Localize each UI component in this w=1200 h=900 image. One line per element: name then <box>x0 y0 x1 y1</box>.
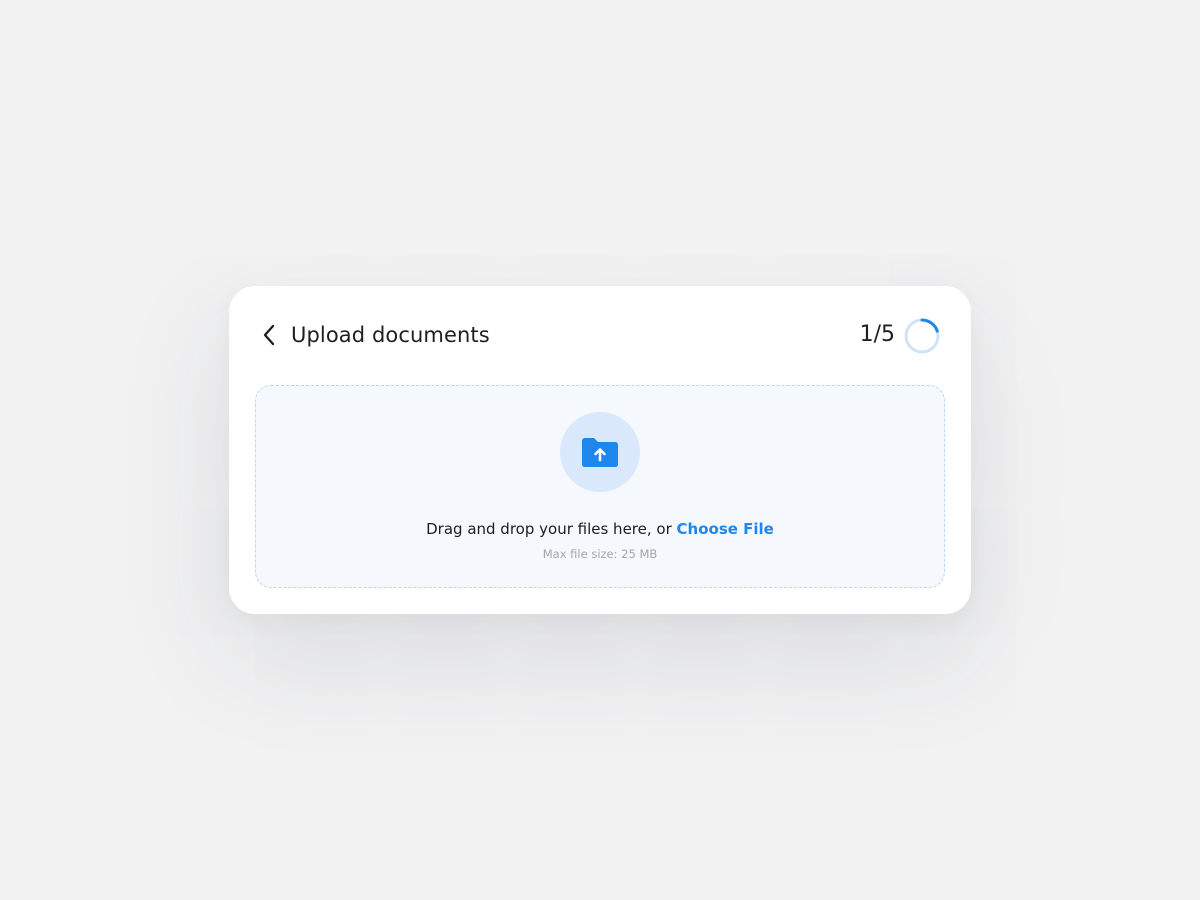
max-file-size: Max file size: 25 MB <box>542 547 658 561</box>
back-button[interactable] <box>256 320 282 350</box>
file-dropzone[interactable]: Drag and drop your files here, or Choose… <box>255 385 945 588</box>
card-header: Upload documents 1/5 <box>229 286 971 386</box>
drop-instructions: Drag and drop your files here, or Choose… <box>256 518 944 540</box>
upload-icon-circle[interactable] <box>560 412 640 492</box>
drop-prompt: Drag and drop your files here, or <box>426 520 672 538</box>
step-counter: 1/5 <box>859 322 895 347</box>
upload-card: Upload documents 1/5 Drag and drop your … <box>229 286 971 614</box>
chevron-left-icon <box>263 324 275 346</box>
page-title: Upload documents <box>291 323 490 347</box>
progress-ring <box>904 318 940 354</box>
choose-file-link[interactable]: Choose File <box>677 520 774 538</box>
folder-upload-icon <box>582 438 618 467</box>
